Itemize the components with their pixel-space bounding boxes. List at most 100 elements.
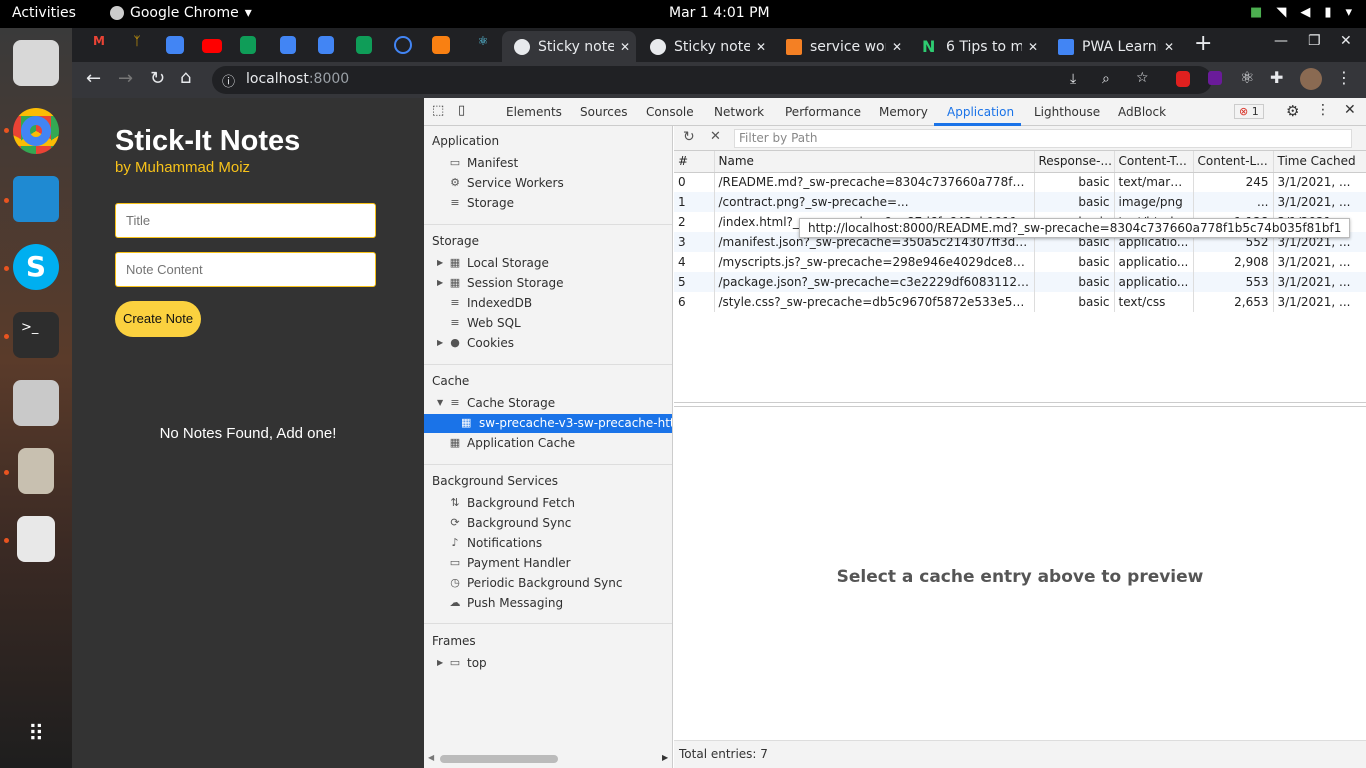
new-tab-button[interactable]: + xyxy=(1194,31,1212,56)
sidebar-item-background-fetch[interactable]: Background Fetch xyxy=(467,496,575,510)
tab-service-worker[interactable]: service worker✕ xyxy=(774,31,908,62)
tab-sources[interactable]: Sources xyxy=(580,105,627,119)
extension-badge-icon[interactable] xyxy=(1208,71,1222,85)
tab-sticky-notes[interactable]: Sticky notes✕ xyxy=(638,31,772,62)
sheets-tab-icon[interactable] xyxy=(240,36,256,54)
sidebar-item-local-storage[interactable]: Local Storage xyxy=(467,256,549,270)
skype-icon[interactable]: S xyxy=(13,244,59,290)
sidebar-item-notifications[interactable]: Notifications xyxy=(467,536,542,550)
table-row[interactable]: 6/style.css?_sw-precache=db5c9670f5872e5… xyxy=(674,292,1366,312)
react-devtools-icon[interactable]: ⚛ xyxy=(1240,68,1254,87)
forward-icon[interactable]: → xyxy=(118,68,133,89)
tab-6-tips[interactable]: N6 Tips to make✕ xyxy=(910,31,1044,62)
close-icon[interactable]: ✕ xyxy=(1164,40,1174,54)
sidebar-item-background-sync[interactable]: Background Sync xyxy=(467,516,571,530)
sidebar-item-cache-storage[interactable]: Cache Storage xyxy=(467,396,555,410)
avatar[interactable] xyxy=(1300,68,1322,90)
sidebar-item-storage[interactable]: Storage xyxy=(467,196,514,210)
calendar-tab[interactable] xyxy=(166,36,184,54)
table-row[interactable]: 0/README.md?_sw-precache=8304c737660a778… xyxy=(674,172,1366,192)
device-toolbar-icon[interactable]: ▯ xyxy=(458,103,465,118)
tab-adblock[interactable]: AdBlock xyxy=(1118,105,1166,119)
expand-arrow-icon[interactable]: ▶ xyxy=(437,338,443,347)
table-row[interactable]: 5/package.json?_sw-precache=c3e2229df608… xyxy=(674,272,1366,292)
minimize-button[interactable]: — xyxy=(1274,33,1288,49)
create-note-button[interactable]: Create Note xyxy=(115,301,201,337)
tab-console[interactable]: Console xyxy=(646,105,694,119)
tab-elements[interactable]: Elements xyxy=(506,105,562,119)
docs-tab-icon[interactable] xyxy=(280,36,296,54)
tab-network[interactable]: Network xyxy=(714,105,764,119)
menu-icon[interactable]: ⋮ xyxy=(1336,68,1352,87)
react-tab-icon[interactable]: ⚛ xyxy=(470,34,496,56)
collapse-arrow-icon[interactable]: ▼ xyxy=(437,398,443,407)
app-grid-icon[interactable]: ⠿ xyxy=(13,712,59,758)
sidebar-item-periodic-background-sync[interactable]: Periodic Background Sync xyxy=(467,576,623,590)
more-options-icon[interactable]: ⋮ xyxy=(1316,102,1330,118)
sidebar-item-manifest[interactable]: Manifest xyxy=(467,156,518,170)
expand-arrow-icon[interactable]: ▶ xyxy=(437,278,443,287)
table-row[interactable]: 1/contract.png?_sw-precache=... basic imag… xyxy=(674,192,1366,212)
scroll-right-icon[interactable]: ▶ xyxy=(662,753,668,762)
column-header-index[interactable]: # xyxy=(674,151,715,173)
column-header-name[interactable]: Name xyxy=(714,151,1035,173)
column-header-response[interactable]: Response-... xyxy=(1034,151,1115,173)
app-menu[interactable]: Google Chrome ▾ xyxy=(110,5,252,21)
close-devtools-icon[interactable]: ✕ xyxy=(1344,102,1356,118)
docs-tab-icon-2[interactable] xyxy=(318,36,334,54)
system-tray[interactable]: ■ ◥ ◀ ▮ ▾ xyxy=(1250,5,1352,20)
close-window-button[interactable]: ✕ xyxy=(1340,33,1352,49)
sidebar-item-payment-handler[interactable]: Payment Handler xyxy=(467,556,571,570)
sidebar-item-cookies[interactable]: Cookies xyxy=(467,336,514,350)
inspect-icon[interactable]: ⬚ xyxy=(432,103,444,118)
tab-lighthouse[interactable]: Lighthouse xyxy=(1034,105,1100,119)
archive-icon[interactable] xyxy=(18,448,54,494)
sidebar-item-web-sql[interactable]: Web SQL xyxy=(467,316,521,330)
column-header-content-length[interactable]: Content-L... xyxy=(1193,151,1274,173)
maximize-button[interactable]: ❐ xyxy=(1308,33,1321,49)
title-input[interactable] xyxy=(115,203,376,238)
messenger-tab-icon[interactable] xyxy=(394,36,412,54)
gmail-tab[interactable]: M xyxy=(86,34,112,56)
sidebar-item-service-workers[interactable]: Service Workers xyxy=(467,176,564,190)
tab-pwa-learning[interactable]: PWA Learning✕ xyxy=(1046,31,1180,62)
close-icon[interactable]: ✕ xyxy=(756,40,766,54)
tab-memory[interactable]: Memory xyxy=(879,105,928,119)
column-header-content-type[interactable]: Content-T... xyxy=(1114,151,1194,173)
sidebar-item-sw-precache-selected[interactable]: ▦ sw-precache-v3-sw-precache-http:// xyxy=(424,414,672,433)
zoom-icon[interactable]: ⌕ xyxy=(1102,71,1110,87)
scroll-left-icon[interactable]: ◀ xyxy=(428,753,434,762)
refresh-icon[interactable]: ↻ xyxy=(683,129,695,145)
moodle-tab-icon[interactable] xyxy=(432,36,450,54)
close-icon[interactable]: ✕ xyxy=(620,40,630,54)
tab-sticky-notes-active[interactable]: Sticky notes✕ xyxy=(502,31,636,62)
back-icon[interactable]: ← xyxy=(86,68,101,89)
sheets-tab-icon-2[interactable] xyxy=(356,36,372,54)
bookmark-star-icon[interactable]: ☆ xyxy=(1136,70,1149,86)
home-icon[interactable]: ⌂ xyxy=(180,67,191,88)
reload-icon[interactable]: ↻ xyxy=(150,68,165,89)
youtube-tab[interactable] xyxy=(202,39,222,53)
horizontal-scrollbar[interactable]: ◀ ▶ xyxy=(424,752,672,766)
adblock-icon[interactable] xyxy=(1176,71,1190,87)
sidebar-item-push-messaging[interactable]: Push Messaging xyxy=(467,596,563,610)
chrome-dock-icon[interactable] xyxy=(13,108,59,154)
magnifier-icon[interactable] xyxy=(13,380,59,426)
pinned-tab-figure-icon[interactable]: ᛉ xyxy=(124,34,150,56)
delete-icon[interactable]: ✕ xyxy=(710,129,721,144)
sidebar-item-indexeddb[interactable]: IndexedDB xyxy=(467,296,532,310)
filter-by-path-input[interactable]: Filter by Path xyxy=(734,129,1352,148)
expand-arrow-icon[interactable]: ▶ xyxy=(437,258,443,267)
note-content-input[interactable] xyxy=(115,252,376,287)
scroll-thumb[interactable] xyxy=(440,755,558,763)
settings-gear-icon[interactable]: ⚙ xyxy=(1286,102,1299,120)
column-header-time-cached[interactable]: Time Cached xyxy=(1273,151,1366,173)
close-icon[interactable]: ✕ xyxy=(892,40,902,54)
sidebar-item-top-frame[interactable]: top xyxy=(467,656,487,670)
reader-icon[interactable] xyxy=(17,516,55,562)
sidebar-item-session-storage[interactable]: Session Storage xyxy=(467,276,564,290)
close-icon[interactable]: ✕ xyxy=(1028,40,1038,54)
info-icon[interactable]: ⓘ xyxy=(222,71,235,90)
error-badge[interactable]: ⊗ 1 xyxy=(1234,104,1264,119)
install-icon[interactable]: ⤓ xyxy=(1070,71,1076,87)
